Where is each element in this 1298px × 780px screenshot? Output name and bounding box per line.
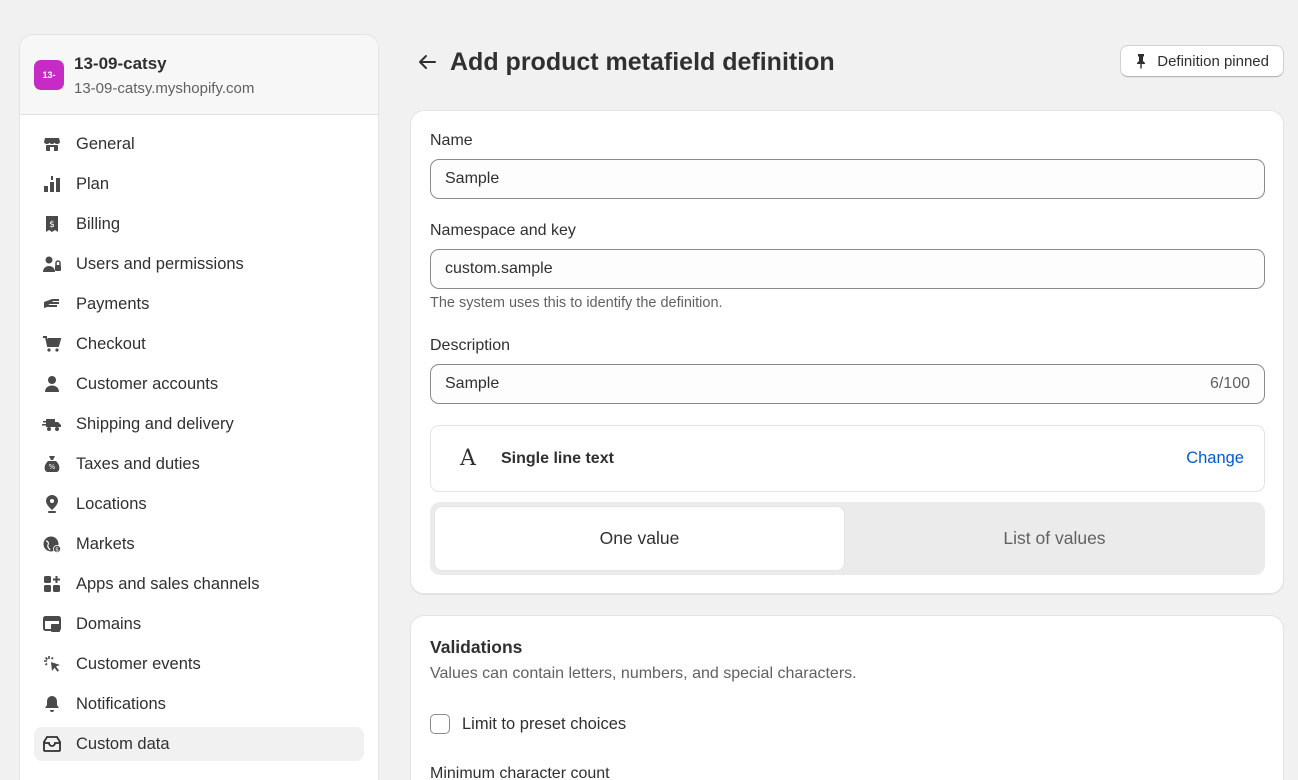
list-of-values-option[interactable]: List of values — [850, 507, 1259, 570]
sidebar-item-label: Users and permissions — [76, 254, 244, 273]
sidebar-item-apps[interactable]: Apps and sales channels — [34, 567, 364, 601]
apps-icon — [42, 574, 62, 594]
validations-title: Validations — [430, 637, 523, 657]
definition-card: Name Sample Namespace and key custom.sam… — [410, 110, 1284, 594]
sidebar-item-label: General — [76, 134, 135, 153]
sidebar-item-label: Apps and sales channels — [76, 574, 260, 593]
tax-bag-icon: % — [42, 454, 62, 474]
sidebar-item-label: Customer accounts — [76, 374, 219, 393]
person-icon — [42, 374, 62, 394]
sidebar-item-checkout[interactable]: Checkout — [34, 327, 364, 361]
sidebar-item-label: Shipping and delivery — [76, 414, 234, 433]
location-pin-icon — [42, 494, 62, 514]
character-counter: 6/100 — [1209, 375, 1250, 392]
sidebar-item-label: Customer events — [76, 654, 201, 673]
sidebar-item-label: Plan — [76, 174, 110, 193]
settings-sidebar: 13- 13-09-catsy 13-09-catsy.myshopify.co… — [19, 34, 379, 780]
svg-text:%: % — [49, 463, 56, 471]
sidebar-item-shipping[interactable]: Shipping and delivery — [34, 407, 364, 441]
custom-data-icon — [42, 734, 62, 754]
store-domain: 13-09-catsy.myshopify.com — [74, 80, 255, 97]
sidebar-item-label: Taxes and duties — [76, 454, 200, 473]
store-name: 13-09-catsy — [74, 54, 167, 73]
name-label: Name — [430, 132, 473, 149]
globe-icon: $ — [42, 534, 62, 554]
sidebar-item-label: Notifications — [76, 694, 166, 713]
pin-icon — [1137, 54, 1146, 69]
back-arrow-icon[interactable] — [416, 51, 438, 73]
domains-icon — [42, 614, 62, 634]
text-type-icon: A — [460, 446, 476, 471]
namespace-input-value: custom.sample — [445, 260, 553, 277]
name-input[interactable]: Sample — [430, 159, 1265, 199]
sidebar-item-customer-accounts[interactable]: Customer accounts — [34, 367, 364, 401]
type-label: Single line text — [501, 449, 614, 467]
change-type-link[interactable]: Change — [1186, 449, 1244, 468]
sidebar-item-general[interactable]: General — [34, 127, 364, 161]
sidebar-item-label: Domains — [76, 614, 142, 633]
name-input-value: Sample — [445, 170, 500, 187]
namespace-key-input[interactable]: custom.sample — [430, 249, 1265, 289]
sidebar-item-label: Locations — [76, 494, 147, 513]
settings-nav: General Plan $ Billing Users and permiss… — [20, 115, 378, 761]
sidebar-item-customer-events[interactable]: Customer events — [34, 647, 364, 681]
limit-preset-choices-checkbox[interactable] — [430, 714, 450, 734]
pin-button-label: Definition pinned — [1157, 52, 1269, 70]
truck-icon — [42, 414, 62, 434]
cursor-click-icon — [42, 654, 62, 674]
svg-text:$: $ — [55, 546, 59, 553]
checkbox-label: Limit to preset choices — [462, 714, 627, 733]
description-input[interactable]: Sample 6/100 — [430, 364, 1265, 404]
sidebar-item-payments[interactable]: Payments — [34, 287, 364, 321]
cart-icon — [42, 334, 62, 354]
bell-icon — [42, 694, 62, 714]
sidebar-item-plan[interactable]: Plan — [34, 167, 364, 201]
sidebar-item-label: Checkout — [76, 334, 146, 353]
sidebar-item-label: Billing — [76, 214, 121, 233]
description-label: Description — [430, 337, 511, 354]
sidebar-item-label: Payments — [76, 294, 150, 313]
sidebar-item-label: Custom data — [76, 734, 170, 753]
min-character-count-label: Minimum character count — [430, 765, 610, 780]
payments-icon — [42, 294, 62, 314]
definition-pinned-button[interactable]: Definition pinned — [1120, 45, 1284, 77]
sidebar-item-label: Markets — [76, 534, 135, 553]
validations-card: Validations Values can contain letters, … — [410, 615, 1284, 780]
sidebar-item-domains[interactable]: Domains — [34, 607, 364, 641]
sidebar-item-users[interactable]: Users and permissions — [34, 247, 364, 281]
page-header: Add product metafield definition Definit… — [410, 40, 1284, 84]
svg-text:$: $ — [49, 220, 55, 230]
namespace-help-text: The system uses this to identify the def… — [430, 295, 723, 311]
billing-icon: $ — [42, 214, 62, 234]
namespace-label: Namespace and key — [430, 222, 576, 239]
store-icon — [42, 134, 62, 154]
one-value-option[interactable]: One value — [435, 507, 844, 570]
store-header[interactable]: 13- 13-09-catsy 13-09-catsy.myshopify.co… — [20, 35, 378, 115]
users-icon — [42, 254, 62, 274]
validations-subtitle: Values can contain letters, numbers, and… — [430, 665, 857, 682]
sidebar-item-custom-data[interactable]: Custom data — [34, 727, 364, 761]
limit-preset-choices-row[interactable]: Limit to preset choices — [430, 714, 626, 734]
sidebar-item-locations[interactable]: Locations — [34, 487, 364, 521]
plan-icon — [42, 174, 62, 194]
store-avatar: 13- — [34, 60, 64, 90]
value-count-toggle: One value List of values — [430, 502, 1265, 575]
sidebar-item-billing[interactable]: $ Billing — [34, 207, 364, 241]
sidebar-item-notifications[interactable]: Notifications — [34, 687, 364, 721]
type-selector-row: A Single line text Change — [430, 425, 1265, 492]
sidebar-item-markets[interactable]: $ Markets — [34, 527, 364, 561]
description-input-value: Sample — [445, 375, 500, 392]
page-title: Add product metafield definition — [450, 47, 835, 76]
sidebar-item-taxes[interactable]: % Taxes and duties — [34, 447, 364, 481]
